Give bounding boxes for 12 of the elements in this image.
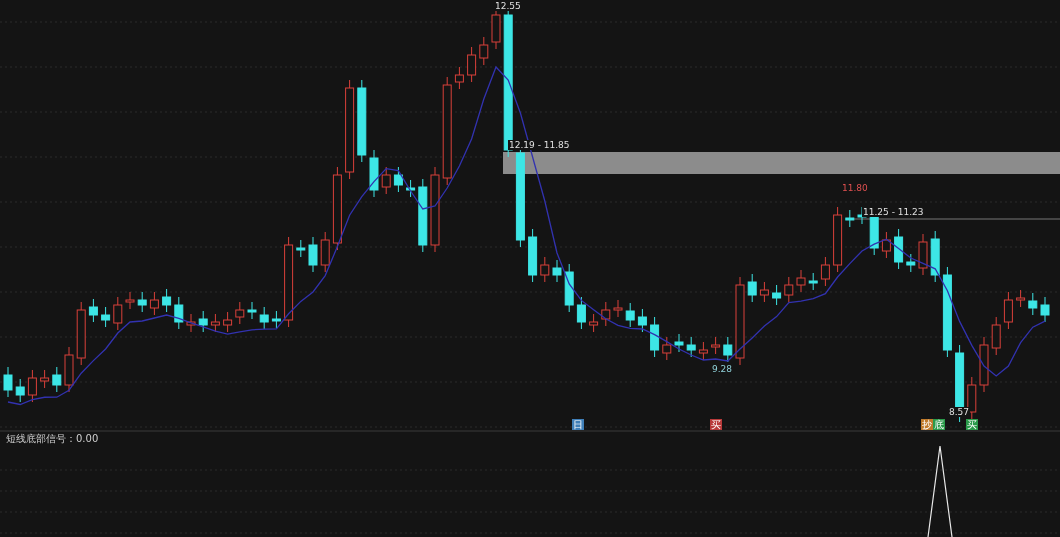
signal-tag: 买 (710, 419, 722, 430)
price-label: 11.80 (841, 183, 869, 193)
price-label: 12.19 - 11.85 (508, 140, 571, 150)
signal-tag: 日 (572, 419, 584, 430)
signal-tag: 底 (933, 419, 945, 430)
signal-tag: 买 (966, 419, 978, 430)
price-label: 9.28 (711, 364, 734, 374)
price-label: 8.57 (948, 407, 971, 417)
indicator-label: 短线底部信号：0.00 (6, 433, 99, 445)
price-label: 11.25 - 11.23 (862, 207, 925, 217)
signal-tag: 抄 (921, 419, 933, 430)
price-label: 12.55 (494, 1, 522, 11)
